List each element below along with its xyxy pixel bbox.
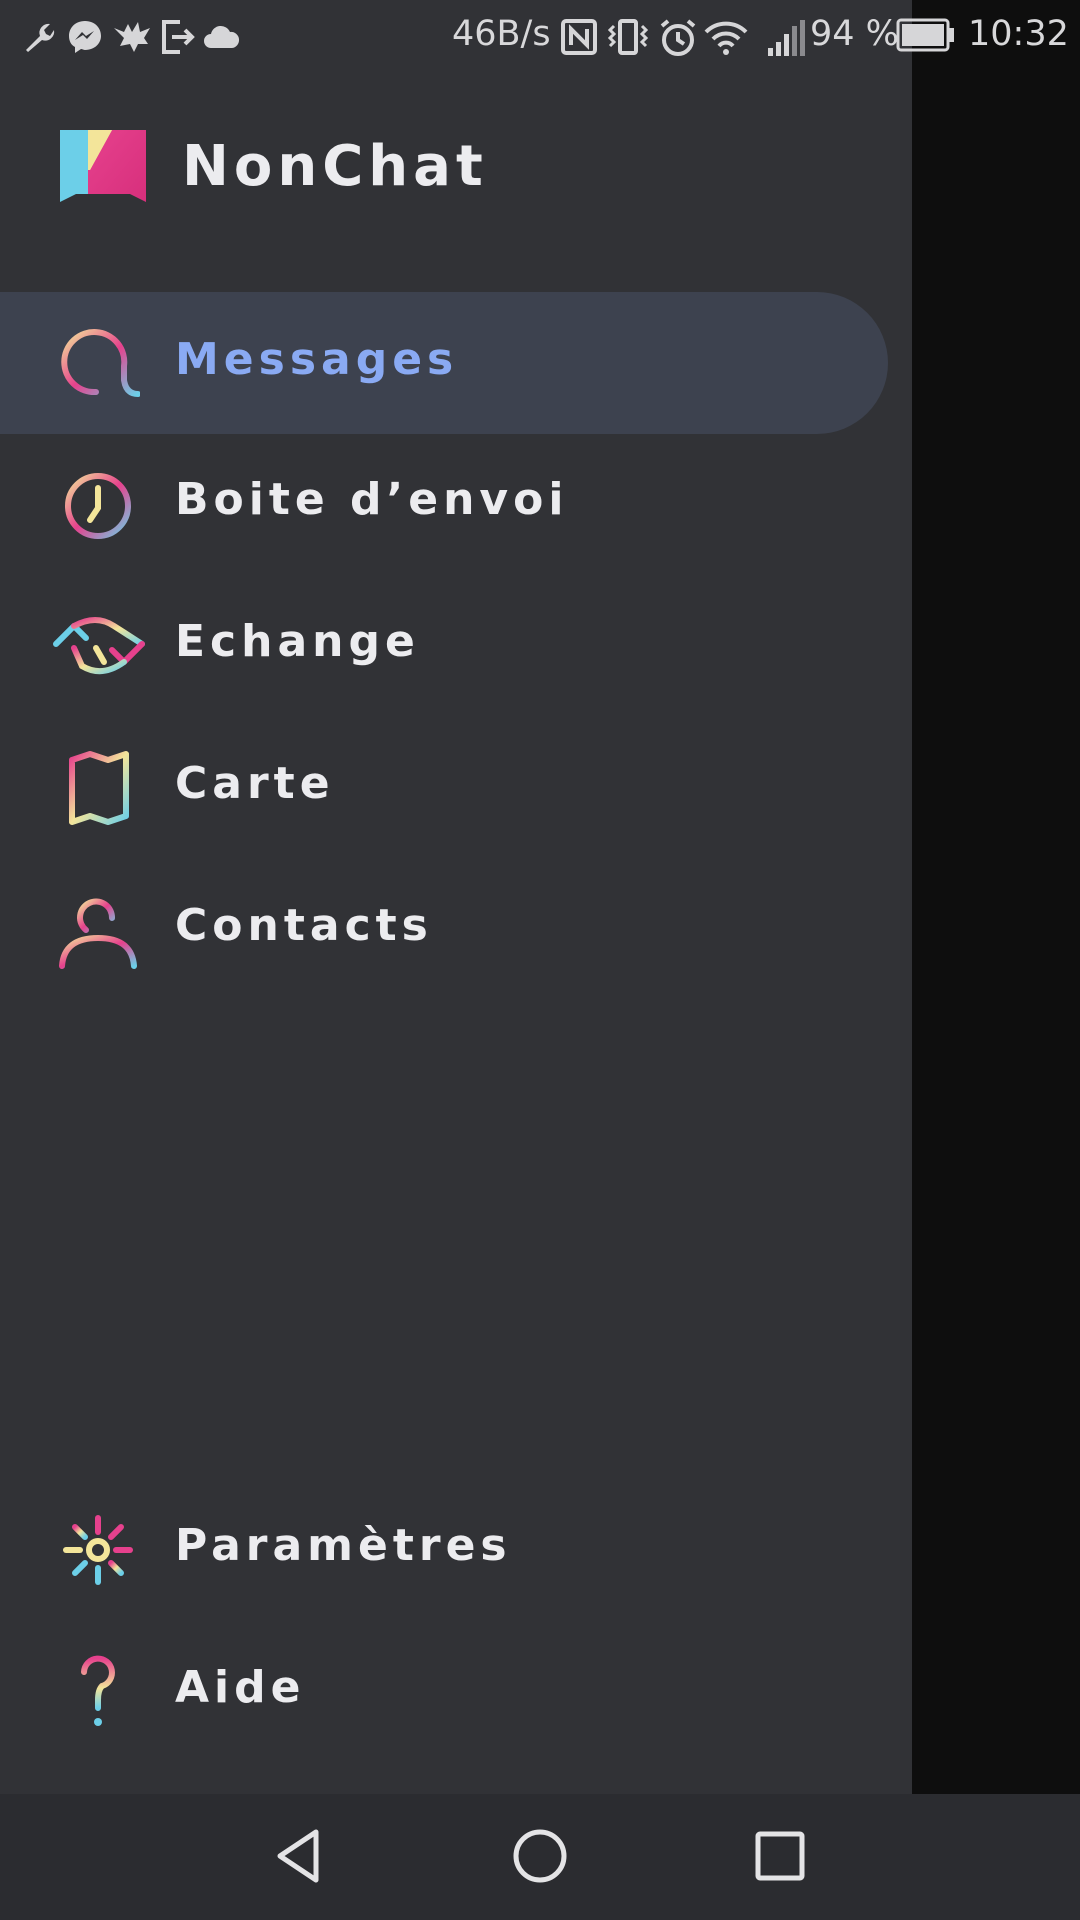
app-title: NonChat bbox=[182, 134, 488, 199]
menu-item-messages[interactable]: Messages bbox=[0, 292, 888, 434]
home-icon[interactable] bbox=[508, 1824, 572, 1888]
menu-item-outbox[interactable]: Boite d’envoi bbox=[0, 432, 888, 574]
back-icon[interactable] bbox=[268, 1824, 332, 1888]
contact-icon bbox=[59, 898, 137, 969]
menu-item-map[interactable]: Carte bbox=[0, 716, 888, 858]
menu-label-contacts: Contacts bbox=[175, 900, 433, 951]
screen: NonChat Messages Boite d’envoi Echange C… bbox=[0, 0, 1080, 1920]
battery-icon bbox=[896, 18, 954, 52]
status-time: 10:32 bbox=[968, 14, 1069, 54]
menu-item-exchange[interactable]: Echange bbox=[0, 574, 888, 716]
exchange-icon bbox=[53, 617, 145, 675]
menu-label-map: Carte bbox=[175, 758, 335, 809]
help-icon bbox=[81, 1655, 115, 1726]
cloud-icon bbox=[204, 25, 240, 48]
menu-label-outbox: Boite d’envoi bbox=[175, 474, 569, 525]
wrench-icon bbox=[26, 23, 55, 52]
drawer-scrim[interactable] bbox=[912, 0, 1080, 1794]
bird-icon bbox=[114, 22, 150, 52]
alarm-icon bbox=[660, 19, 696, 56]
wifi-icon bbox=[704, 21, 748, 55]
menu-label-messages: Messages bbox=[175, 334, 459, 385]
signal-icon bbox=[768, 20, 805, 56]
map-icon bbox=[69, 751, 129, 825]
menu-item-help[interactable]: Aide bbox=[0, 1620, 888, 1762]
navigation-bar bbox=[0, 1794, 1080, 1920]
settings-icon bbox=[63, 1515, 133, 1585]
vibrate-icon bbox=[607, 19, 649, 55]
messenger-icon bbox=[69, 21, 101, 53]
app-logo bbox=[60, 130, 146, 202]
messages-icon bbox=[61, 329, 140, 397]
menu-label-exchange: Echange bbox=[175, 616, 420, 667]
menu-label-settings: Paramètres bbox=[175, 1520, 512, 1571]
menu-label-help: Aide bbox=[175, 1662, 306, 1713]
navigation-drawer: NonChat Messages Boite d’envoi Echange C… bbox=[0, 0, 912, 1794]
battery-percent: 94 % bbox=[810, 14, 899, 54]
exit-icon bbox=[162, 20, 195, 54]
network-speed: 46B/s bbox=[452, 14, 551, 54]
status-bar: 46B/s 94 % 10:32 bbox=[0, 0, 1080, 74]
menu-item-contacts[interactable]: Contacts bbox=[0, 858, 888, 1000]
recents-icon[interactable] bbox=[748, 1824, 812, 1888]
menu-item-settings[interactable]: Paramètres bbox=[0, 1478, 888, 1620]
nfc-icon bbox=[561, 19, 597, 55]
clock-icon bbox=[65, 473, 131, 539]
